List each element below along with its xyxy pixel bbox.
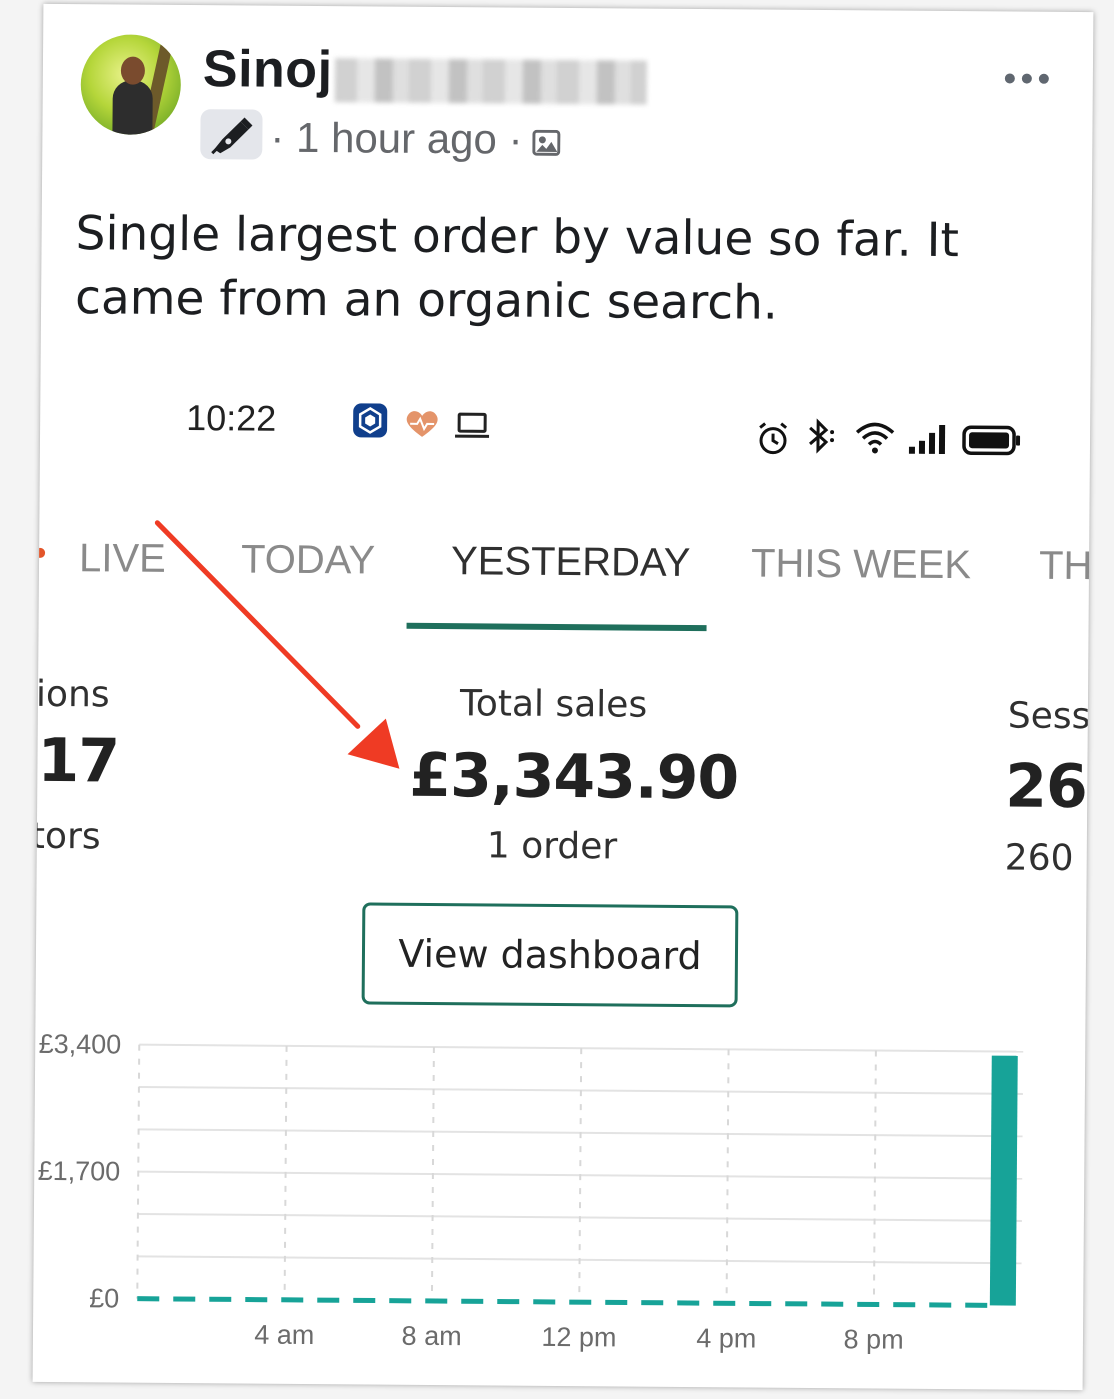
total-sales-label: Total sales <box>459 683 648 726</box>
tab-this-week[interactable]: THIS WEEK <box>751 541 971 588</box>
x-gridline <box>578 1048 583 1303</box>
x-tick-label: 8 pm <box>843 1324 903 1354</box>
order-count: 1 order <box>486 825 618 868</box>
tab-next[interactable]: TH <box>1039 544 1093 589</box>
view-dashboard-button[interactable]: View dashboard <box>361 902 739 1008</box>
post-time[interactable]: 1 hour ago <box>296 114 497 163</box>
zero-baseline <box>137 1296 992 1308</box>
pen-badge-icon[interactable] <box>200 109 263 160</box>
y-tick-label: £1,700 <box>38 1156 121 1187</box>
x-tick-label: 12 pm <box>541 1322 616 1353</box>
tab-today[interactable]: TODAY <box>241 537 375 583</box>
meta-separator: · <box>508 115 523 163</box>
x-gridline <box>430 1046 435 1301</box>
page: Sinoj · 1 hour ago · Single largest orde… <box>0 0 1114 1399</box>
wifi-icon <box>854 420 896 458</box>
signal-icon <box>908 423 948 459</box>
blurred-surname <box>334 58 648 105</box>
period-tabs: LIVE TODAY YESTERDAY THIS WEEK TH <box>35 524 1093 652</box>
metric-left-sub: tors <box>32 815 101 858</box>
laptop-icon <box>454 411 490 443</box>
live-indicator-dot <box>35 547 46 558</box>
meta-separator: · <box>270 113 285 161</box>
y-tick-label: £0 <box>89 1283 119 1313</box>
metric-right-value: 26 <box>1005 751 1088 823</box>
metric-right-label: Sess <box>1007 695 1091 738</box>
status-time: 10:22 <box>186 397 277 439</box>
facebook-post-card: Sinoj · 1 hour ago · Single largest orde… <box>32 3 1094 1391</box>
avatar-person-body <box>112 80 153 135</box>
metric-left-value: 17 <box>37 725 120 797</box>
total-sales-value: £3,343.90 <box>409 740 739 814</box>
avatar-person-head <box>120 56 146 85</box>
y-tick-label: £3,400 <box>39 1029 122 1060</box>
sales-chart: £0 £1,700 £3,400 4 am 8 am 12 pm 4 pm 8 pm <box>38 1029 1024 1355</box>
x-gridline <box>136 1044 141 1299</box>
heart-rate-icon <box>404 409 440 443</box>
photo-audience-icon <box>532 129 561 156</box>
x-tick-label: 4 am <box>254 1320 314 1350</box>
author-name[interactable]: Sinoj <box>203 39 333 100</box>
post-meta: · 1 hour ago · <box>270 114 523 164</box>
tab-yesterday[interactable]: YESTERDAY <box>451 539 691 586</box>
sales-bar <box>989 1055 1018 1306</box>
more-options-icon[interactable] <box>1004 71 1049 85</box>
bluetooth-icon <box>804 418 840 458</box>
x-tick-label: 8 am <box>402 1321 462 1351</box>
tab-live[interactable]: LIVE <box>79 536 166 582</box>
x-gridline <box>725 1049 730 1304</box>
crypto-app-icon <box>352 402 388 442</box>
x-gridline <box>872 1050 877 1305</box>
metric-right-sub: 260 <box>1004 837 1074 880</box>
active-tab-underline <box>406 622 707 632</box>
x-tick-label: 4 pm <box>696 1323 756 1353</box>
avatar[interactable] <box>80 34 182 135</box>
x-gridline <box>283 1045 288 1300</box>
post-text: Single largest order by value so far. It… <box>74 206 960 331</box>
alarm-icon <box>756 422 790 460</box>
battery-icon <box>962 425 1022 459</box>
metric-left-label: ions <box>35 673 110 716</box>
